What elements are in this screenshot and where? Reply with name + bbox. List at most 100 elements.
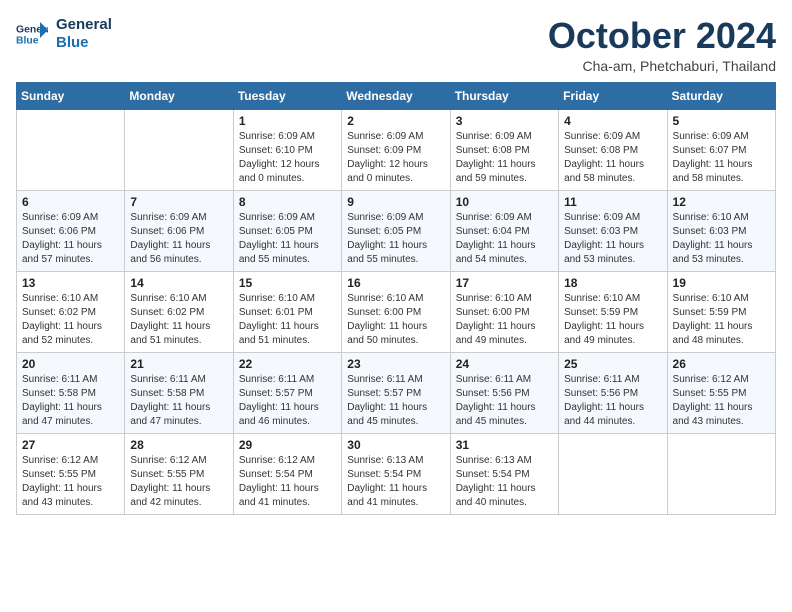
calendar-cell [125, 109, 233, 190]
day-number: 10 [456, 195, 553, 209]
day-number: 29 [239, 438, 336, 452]
cell-content: Sunrise: 6:13 AM Sunset: 5:54 PM Dayligh… [456, 454, 553, 510]
calendar-cell: 28 Sunrise: 6:12 AM Sunset: 5:55 PM Dayli… [125, 433, 233, 514]
calendar-cell: 3Sunrise: 6:09 AM Sunset: 6:08 PM Daylig… [450, 109, 558, 190]
day-number: 8 [239, 195, 336, 209]
day-number: 15 [239, 276, 336, 290]
day-number: 26 [673, 357, 770, 371]
calendar-cell: 23 Sunrise: 6:11 AM Sunset: 5:57 PM Dayli… [342, 352, 450, 433]
cell-content: Sunrise: 6:11 AM Sunset: 5:58 PM Dayligh… [130, 373, 227, 429]
cell-content: Sunrise: 6:10 AM Sunset: 6:00 PM Dayligh… [456, 292, 553, 348]
day-number: 23 [347, 357, 444, 371]
day-number: 7 [130, 195, 227, 209]
day-number: 16 [347, 276, 444, 290]
calendar-week-0: 1Sunrise: 6:09 AM Sunset: 6:10 PM Daylig… [17, 109, 776, 190]
logo-blue: Blue [56, 34, 112, 52]
cell-content: Sunrise: 6:11 AM Sunset: 5:58 PM Dayligh… [22, 373, 119, 429]
day-number: 12 [673, 195, 770, 209]
calendar-cell: 6 Sunrise: 6:09 AM Sunset: 6:06 PM Daylig… [17, 190, 125, 271]
month-title: October 2024 [548, 16, 776, 56]
day-number: 11 [564, 195, 661, 209]
calendar-cell: 7Sunrise: 6:09 AM Sunset: 6:06 PM Daylig… [125, 190, 233, 271]
calendar-cell: 5Sunrise: 6:09 AM Sunset: 6:07 PM Daylig… [667, 109, 775, 190]
cell-content: Sunrise: 6:09 AM Sunset: 6:04 PM Dayligh… [456, 211, 553, 267]
calendar-cell: 22Sunrise: 6:11 AM Sunset: 5:57 PM Dayli… [233, 352, 341, 433]
calendar-cell: 25 Sunrise: 6:11 AM Sunset: 5:56 PM Dayli… [559, 352, 667, 433]
calendar-cell: 1Sunrise: 6:09 AM Sunset: 6:10 PM Daylig… [233, 109, 341, 190]
cell-content: Sunrise: 6:09 AM Sunset: 6:09 PM Dayligh… [347, 130, 444, 186]
calendar-cell [667, 433, 775, 514]
cell-content: Sunrise: 6:09 AM Sunset: 6:03 PM Dayligh… [564, 211, 661, 267]
cell-content: Sunrise: 6:09 AM Sunset: 6:08 PM Dayligh… [564, 130, 661, 186]
day-number: 20 [22, 357, 119, 371]
cell-content: Sunrise: 6:09 AM Sunset: 6:08 PM Dayligh… [456, 130, 553, 186]
calendar-cell: 13 Sunrise: 6:10 AM Sunset: 6:02 PM Dayli… [17, 271, 125, 352]
calendar-cell: 16 Sunrise: 6:10 AM Sunset: 6:00 PM Dayli… [342, 271, 450, 352]
day-number: 2 [347, 114, 444, 128]
cell-content: Sunrise: 6:12 AM Sunset: 5:55 PM Dayligh… [673, 373, 770, 429]
day-number: 24 [456, 357, 553, 371]
cell-content: Sunrise: 6:13 AM Sunset: 5:54 PM Dayligh… [347, 454, 444, 510]
day-number: 19 [673, 276, 770, 290]
calendar-cell: 18 Sunrise: 6:10 AM Sunset: 5:59 PM Dayli… [559, 271, 667, 352]
calendar-cell: 31 Sunrise: 6:13 AM Sunset: 5:54 PM Dayli… [450, 433, 558, 514]
calendar-cell: 14 Sunrise: 6:10 AM Sunset: 6:02 PM Dayli… [125, 271, 233, 352]
header-sunday: Sunday [17, 82, 125, 109]
day-number: 9 [347, 195, 444, 209]
cell-content: Sunrise: 6:09 AM Sunset: 6:05 PM Dayligh… [239, 211, 336, 267]
logo-icon: General Blue [16, 18, 48, 50]
cell-content: Sunrise: 6:09 AM Sunset: 6:06 PM Dayligh… [22, 211, 119, 267]
day-number: 4 [564, 114, 661, 128]
cell-content: Sunrise: 6:09 AM Sunset: 6:07 PM Dayligh… [673, 130, 770, 186]
cell-content: Sunrise: 6:10 AM Sunset: 5:59 PM Dayligh… [673, 292, 770, 348]
calendar-week-2: 13 Sunrise: 6:10 AM Sunset: 6:02 PM Dayli… [17, 271, 776, 352]
calendar-cell: 26 Sunrise: 6:12 AM Sunset: 5:55 PM Dayli… [667, 352, 775, 433]
calendar-cell: 27Sunrise: 6:12 AM Sunset: 5:55 PM Dayli… [17, 433, 125, 514]
cell-content: Sunrise: 6:10 AM Sunset: 6:02 PM Dayligh… [130, 292, 227, 348]
calendar-week-1: 6 Sunrise: 6:09 AM Sunset: 6:06 PM Daylig… [17, 190, 776, 271]
calendar-cell: 4 Sunrise: 6:09 AM Sunset: 6:08 PM Daylig… [559, 109, 667, 190]
cell-content: Sunrise: 6:09 AM Sunset: 6:05 PM Dayligh… [347, 211, 444, 267]
calendar-cell: 12 Sunrise: 6:10 AM Sunset: 6:03 PM Dayli… [667, 190, 775, 271]
cell-content: Sunrise: 6:10 AM Sunset: 6:03 PM Dayligh… [673, 211, 770, 267]
header-monday: Monday [125, 82, 233, 109]
day-number: 13 [22, 276, 119, 290]
header-wednesday: Wednesday [342, 82, 450, 109]
day-number: 28 [130, 438, 227, 452]
day-number: 31 [456, 438, 553, 452]
day-number: 14 [130, 276, 227, 290]
calendar-cell: 10 Sunrise: 6:09 AM Sunset: 6:04 PM Dayli… [450, 190, 558, 271]
day-number: 25 [564, 357, 661, 371]
cell-content: Sunrise: 6:10 AM Sunset: 6:00 PM Dayligh… [347, 292, 444, 348]
cell-content: Sunrise: 6:12 AM Sunset: 5:55 PM Dayligh… [130, 454, 227, 510]
cell-content: Sunrise: 6:10 AM Sunset: 5:59 PM Dayligh… [564, 292, 661, 348]
day-number: 18 [564, 276, 661, 290]
calendar-cell: 17 Sunrise: 6:10 AM Sunset: 6:00 PM Dayli… [450, 271, 558, 352]
calendar-week-3: 20 Sunrise: 6:11 AM Sunset: 5:58 PM Dayli… [17, 352, 776, 433]
title-block: October 2024 Cha-am, Phetchaburi, Thaila… [548, 16, 776, 74]
header-tuesday: Tuesday [233, 82, 341, 109]
cell-content: Sunrise: 6:10 AM Sunset: 6:02 PM Dayligh… [22, 292, 119, 348]
calendar-cell: 19 Sunrise: 6:10 AM Sunset: 5:59 PM Dayli… [667, 271, 775, 352]
cell-content: Sunrise: 6:11 AM Sunset: 5:56 PM Dayligh… [564, 373, 661, 429]
cell-content: Sunrise: 6:11 AM Sunset: 5:56 PM Dayligh… [456, 373, 553, 429]
day-number: 27 [22, 438, 119, 452]
calendar-week-4: 27 Sunrise: 6:12 AM Sunset: 5:55 PM Dayli… [17, 433, 776, 514]
calendar-cell: 11 Sunrise: 6:09 AM Sunset: 6:03 PM Dayli… [559, 190, 667, 271]
calendar-table: SundayMondayTuesdayWednesdayThursdayFrid… [16, 82, 776, 515]
header-friday: Friday [559, 82, 667, 109]
cell-content: Sunrise: 6:09 AM Sunset: 6:10 PM Dayligh… [239, 130, 336, 186]
day-number: 6 [22, 195, 119, 209]
day-number: 17 [456, 276, 553, 290]
calendar-header-row: SundayMondayTuesdayWednesdayThursdayFrid… [17, 82, 776, 109]
day-number: 21 [130, 357, 227, 371]
logo-general: General [56, 16, 112, 34]
cell-content: Sunrise: 6:10 AM Sunset: 6:01 PM Dayligh… [239, 292, 336, 348]
calendar-cell: 9 Sunrise: 6:09 AM Sunset: 6:05 PM Daylig… [342, 190, 450, 271]
header-thursday: Thursday [450, 82, 558, 109]
calendar-cell: 21 Sunrise: 6:11 AM Sunset: 5:58 PM Dayli… [125, 352, 233, 433]
day-number: 30 [347, 438, 444, 452]
calendar-cell: 30 Sunrise: 6:13 AM Sunset: 5:54 PM Dayli… [342, 433, 450, 514]
calendar-cell: 24 Sunrise: 6:11 AM Sunset: 5:56 PM Dayli… [450, 352, 558, 433]
cell-content: Sunrise: 6:11 AM Sunset: 5:57 PM Dayligh… [347, 373, 444, 429]
